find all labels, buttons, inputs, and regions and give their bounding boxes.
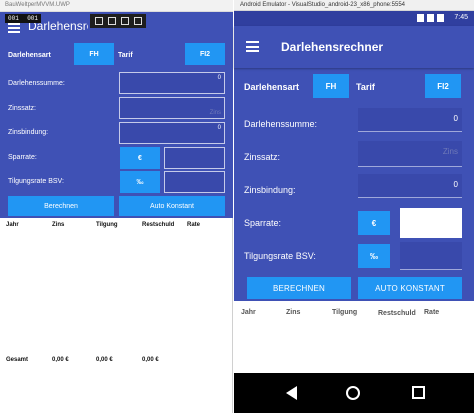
emulator-result-table: Jahr Zins Tilgung Restschuld Rate: [234, 301, 474, 373]
zinssatz-label: Zinssatz:: [244, 152, 281, 162]
zinsbindung-input[interactable]: 0: [358, 174, 462, 198]
emulator-window-title: Android Emulator - VisualStudio_android-…: [240, 2, 406, 8]
tilgungsrate-input[interactable]: [164, 171, 225, 193]
zinsbindung-input[interactable]: 0: [119, 122, 225, 144]
column-header: Tilgung: [96, 222, 118, 228]
android-emulator: Android Emulator - VisualStudio_android-…: [234, 0, 474, 413]
tilgungsrate-permille-button[interactable]: ‰: [120, 171, 160, 193]
zinssatz-placeholder: Zins: [209, 110, 221, 116]
uwp-window: BauWeltperMVVM.UWP Darlehensrechner 001 …: [0, 0, 233, 413]
zinssatz-placeholder: Zins: [442, 147, 458, 156]
status-time: 7:45: [454, 14, 468, 21]
darlehenssumme-value: 0: [217, 75, 221, 81]
darlehensart-label: Darlehensart: [8, 52, 51, 59]
battery-icon: [437, 14, 444, 22]
sparrate-input[interactable]: [400, 208, 462, 238]
column-header: Rate: [187, 222, 201, 228]
darlehenssumme-input[interactable]: 0: [119, 72, 225, 94]
darlehenssumme-label: Darlehenssumme:: [8, 80, 65, 87]
column-header: Tilgung: [332, 309, 358, 316]
fi2-button[interactable]: FI2: [185, 43, 225, 65]
recent-apps-icon[interactable]: [412, 386, 425, 399]
tilgungsrate-label: Tilgungsrate BSV:: [244, 251, 316, 261]
android-status-bar: 7:45: [234, 11, 474, 26]
uwp-window-title: BauWeltperMVVM.UWP: [5, 2, 70, 8]
darlehenssumme-input[interactable]: 0: [358, 108, 462, 132]
tilgungsrate-input[interactable]: [400, 242, 462, 270]
column-header: Jahr: [6, 222, 19, 228]
emulator-page-title: Darlehensrechner: [281, 40, 384, 54]
column-header: Restschuld: [378, 310, 416, 317]
zinsbindung-label: Zinsbindung:: [8, 129, 49, 136]
collapse-icon[interactable]: [133, 17, 142, 25]
zinssatz-input[interactable]: Zins: [358, 141, 462, 167]
column-header: Zins: [286, 309, 301, 316]
tarif-label: Tarif: [356, 82, 375, 92]
android-app-bar: Darlehensrechner: [234, 26, 474, 68]
counter-value: 001: [27, 15, 38, 22]
zinssatz-input[interactable]: Zins: [119, 97, 225, 119]
darlehensart-label: Darlehensart: [244, 82, 300, 92]
android-nav-bar: [234, 373, 474, 413]
total-tilgung: 0,00 €: [96, 357, 113, 363]
zinsbindung-value: 0: [217, 125, 221, 131]
fh-button[interactable]: FH: [74, 43, 114, 65]
zinsbindung-value: 0: [453, 180, 458, 189]
tarif-label: Tarif: [118, 52, 133, 59]
select-element-icon[interactable]: [94, 17, 103, 25]
signal-icon: [417, 14, 424, 22]
track-focus-icon[interactable]: [120, 17, 129, 25]
display-layout-icon[interactable]: [107, 17, 116, 25]
tilgungsrate-label: Tilgungsrate BSV:: [8, 178, 64, 185]
berechnen-button[interactable]: BERECHNEN: [247, 277, 351, 299]
home-icon[interactable]: [346, 386, 360, 400]
emulator-title-bar: Android Emulator - VisualStudio_android-…: [234, 0, 474, 11]
total-zins: 0,00 €: [52, 357, 69, 363]
status-icons: [417, 14, 444, 22]
zinssatz-label: Zinssatz:: [8, 105, 37, 112]
counter-value: 001: [8, 15, 19, 22]
sparrate-euro-button[interactable]: €: [120, 147, 160, 169]
sparrate-label: Sparrate:: [8, 154, 37, 161]
total-restschuld: 0,00 €: [142, 357, 159, 363]
column-header: Rate: [424, 309, 440, 316]
uwp-form: Darlehensart FH Tarif FI2 Darlehenssumme…: [0, 40, 233, 218]
sparrate-label: Sparrate:: [244, 218, 282, 228]
auto-konstant-button[interactable]: Auto Konstant: [119, 196, 225, 216]
frame-rate-counter: 001 001: [5, 14, 41, 23]
total-label: Gesamt: [6, 357, 29, 363]
uwp-title-bar: BauWeltperMVVM.UWP: [0, 0, 233, 12]
tilgungsrate-permille-button[interactable]: ‰: [358, 244, 390, 268]
darlehenssumme-value: 0: [453, 114, 458, 123]
column-header: Jahr: [241, 309, 256, 316]
fh-button[interactable]: FH: [313, 74, 349, 98]
darlehenssumme-label: Darlehenssumme:: [244, 119, 318, 129]
hamburger-menu-icon[interactable]: [8, 23, 20, 33]
back-icon[interactable]: [286, 386, 297, 400]
fi2-button[interactable]: FI2: [425, 74, 461, 98]
column-header: Restschuld: [142, 222, 175, 228]
wifi-icon: [427, 14, 434, 22]
hamburger-menu-icon[interactable]: [246, 41, 259, 52]
berechnen-button[interactable]: Berechnen: [8, 196, 114, 216]
sparrate-input[interactable]: [164, 147, 225, 169]
auto-konstant-button[interactable]: AUTO KONSTANT: [358, 277, 462, 299]
column-header: Zins: [52, 222, 65, 228]
sparrate-euro-button[interactable]: €: [358, 211, 390, 235]
zinsbindung-label: Zinsbindung:: [244, 185, 296, 195]
debug-toolbar[interactable]: [90, 14, 146, 28]
screenshot-root: BauWeltperMVVM.UWP Darlehensrechner 001 …: [0, 0, 474, 413]
